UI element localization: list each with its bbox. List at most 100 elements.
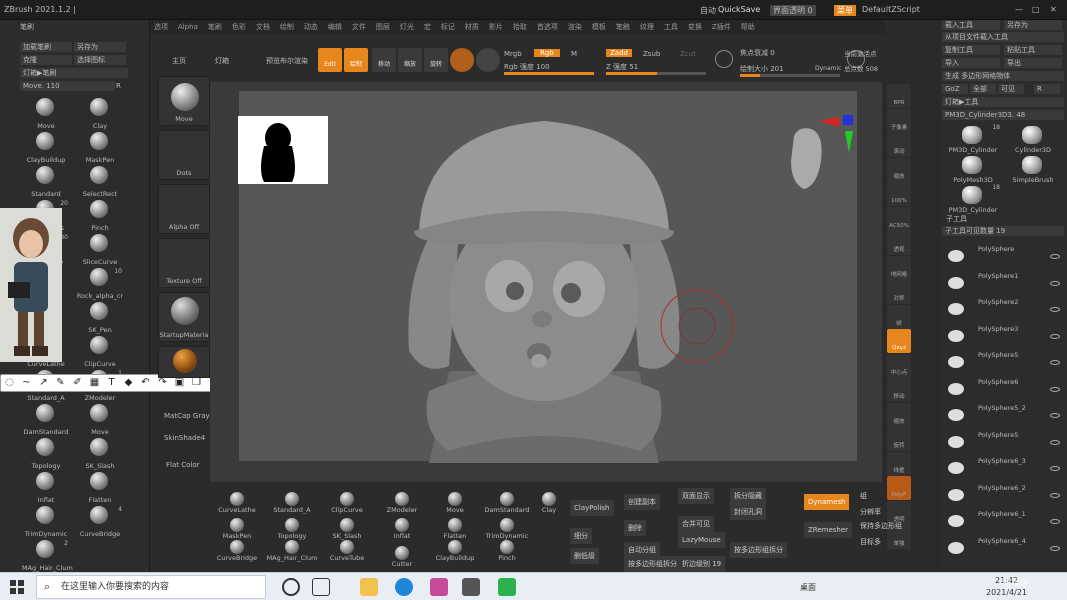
tool-slot[interactable]: Cylinder3D (1004, 124, 1062, 156)
view-control-button[interactable]: 100% (887, 182, 911, 206)
load-tool-button[interactable]: 载入工具 (942, 20, 1000, 30)
flat-color-label[interactable]: Flat Color (166, 461, 200, 469)
eye-icon[interactable] (1050, 545, 1060, 551)
menu-item[interactable]: 变换 (688, 22, 702, 32)
duplicate-button[interactable]: 创建副本 (624, 494, 660, 510)
undo-icon[interactable]: ↶ (137, 375, 154, 391)
zremesher-button[interactable]: ZRemesher (804, 522, 853, 538)
close-icon[interactable]: ✕ (1050, 5, 1057, 14)
eye-icon[interactable] (1050, 254, 1060, 259)
copy-tool-button[interactable]: 复制工具 (942, 45, 1000, 55)
subtool-item[interactable]: PolySphere6_2 (942, 481, 1064, 507)
split-hidden-button[interactable]: 拆分隐藏 (730, 488, 766, 504)
menu-item[interactable]: Alpha (178, 23, 198, 31)
matcap-gray-label[interactable]: MatCap Gray (164, 412, 210, 420)
subtool-item[interactable]: PolySphere6_1 (942, 507, 1064, 533)
bottom-brush-slot[interactable]: Flatten (428, 518, 482, 542)
sculpt-viewport[interactable] (239, 91, 859, 463)
subtool-item[interactable]: PolySphere6_4 (942, 534, 1064, 560)
menu-item[interactable]: 工具 (664, 22, 678, 32)
bottom-brush-slot[interactable]: MaskPen (210, 518, 264, 542)
view-control-button[interactable]: 中心点 (887, 353, 911, 378)
keep-groups-toggle[interactable]: 保持多边形组 (856, 518, 906, 534)
menu-item[interactable]: 选项 (154, 22, 168, 32)
claypolish-button[interactable]: ClayPolish (570, 500, 614, 516)
current-brush-slider[interactable]: Move. 110 (20, 81, 115, 91)
dynamesh-button[interactable]: Dynamesh (804, 494, 850, 510)
alpha-thumb[interactable]: Alpha Off (158, 184, 210, 234)
menu-item[interactable]: 动态 (304, 22, 318, 32)
material-thumb[interactable]: StartupMateria (158, 292, 210, 342)
tool-slot[interactable]: SimpleBrush (1004, 154, 1062, 186)
menu-item[interactable]: 标记 (441, 22, 455, 32)
menu-item[interactable]: 材质 (465, 22, 479, 32)
bottom-brush-slot[interactable]: CurveLathe (210, 492, 264, 516)
store-icon[interactable] (430, 578, 448, 596)
pen-icon[interactable]: ✎ (52, 375, 69, 391)
subtool-item[interactable]: PolySphere6_3 (942, 454, 1064, 480)
group-toggle[interactable]: 组 (856, 488, 871, 504)
subtool-item[interactable]: PolySphere5 (942, 428, 1064, 454)
home-tab[interactable]: 主页 (172, 56, 186, 66)
eye-icon[interactable] (1050, 439, 1060, 445)
text-icon[interactable]: T (103, 375, 120, 391)
view-control-button[interactable]: BPR (887, 84, 911, 108)
make-polymesh-button[interactable]: 生成 多边形网格物体 (942, 71, 1064, 81)
tool-saveas-button[interactable]: 另存为 (1004, 20, 1062, 30)
zcut-button[interactable]: Zcut (680, 50, 696, 58)
menu-item[interactable]: 渲染 (568, 22, 582, 32)
menu-button[interactable]: 菜单 (834, 5, 856, 16)
tool-r-button[interactable]: R (1034, 84, 1060, 94)
menu-item[interactable]: 影片 (489, 22, 503, 32)
brush-saveas-button[interactable]: 另存为 (74, 42, 126, 52)
menu-item[interactable]: 拾取 (513, 22, 527, 32)
subtool-item[interactable]: PolySphere3 (942, 322, 1064, 348)
view-control-button[interactable]: PolyF (887, 476, 911, 500)
bottom-brush-slot[interactable]: ClayBuildup (428, 540, 482, 564)
task-view-icon[interactable] (312, 578, 330, 596)
menu-item[interactable]: 文档 (256, 22, 270, 32)
menu-item[interactable]: 灯光 (400, 22, 414, 32)
menu-item[interactable]: 首选项 (537, 22, 558, 32)
draw-button[interactable]: 绘制 (344, 48, 368, 72)
menu-item[interactable]: 绘制 (280, 22, 294, 32)
delete-button[interactable]: 删除 (624, 520, 646, 536)
edit-button[interactable]: Edit (318, 48, 342, 72)
select-icon-button[interactable]: 选择图标 (74, 55, 126, 65)
eye-icon[interactable] (1050, 386, 1060, 392)
brush-r-button[interactable]: R (116, 82, 121, 90)
material-sphere-icon[interactable] (450, 48, 474, 72)
rgb-intensity-slider[interactable]: Rgb 强度 100 (504, 62, 550, 72)
paste-tool-button[interactable]: 粘贴工具 (1004, 45, 1062, 55)
poly-count-slider[interactable]: 折边级别 19 (678, 556, 726, 572)
bottom-brush-slot[interactable]: ClipCurve (320, 492, 374, 516)
z-intensity-track[interactable] (606, 72, 706, 75)
eye-icon[interactable] (1050, 280, 1060, 286)
zsub-button[interactable]: Zsub (643, 50, 660, 58)
menu-item[interactable]: Z插件 (712, 22, 731, 32)
goz-button[interactable]: GoZ (942, 84, 968, 94)
gradient-sphere-icon[interactable] (476, 48, 500, 72)
move-button[interactable]: 移动 (372, 48, 396, 72)
tool-slot[interactable]: PM3D_Cylinder 18 (944, 124, 1002, 156)
menu-item[interactable]: 笔刷 (208, 22, 222, 32)
draw-size-slider[interactable]: 绘制大小 201 (740, 64, 784, 74)
zadd-button[interactable]: Zadd (606, 49, 632, 57)
lasso-icon[interactable]: ◌ (1, 375, 18, 391)
texture-thumb[interactable]: Texture Off (158, 238, 210, 288)
bottom-brush-slot[interactable]: SK_Slash (320, 518, 374, 542)
subtool-item[interactable]: PolySphere (942, 242, 1064, 268)
m-button[interactable]: M (571, 50, 577, 58)
current-tool-slider[interactable]: PM3D_Cylinder3D3. 48 (942, 110, 1064, 120)
matcap-orange-thumb[interactable] (158, 346, 210, 378)
lightbox-tool-button[interactable]: 灯箱▶工具 (942, 97, 1064, 107)
transparency-slider[interactable]: 界面透明 0 (770, 5, 816, 16)
tool-slot[interactable]: PolyMesh3D (944, 154, 1002, 186)
draw-size-track[interactable] (740, 74, 840, 77)
mosaic-icon[interactable]: ▦ (86, 375, 103, 391)
rotate-button[interactable]: 旋转 (424, 48, 448, 72)
menu-item[interactable]: 模板 (592, 22, 606, 32)
focal-shift-slider[interactable]: 焦点衰减 0 (740, 48, 775, 58)
eye-icon[interactable] (1050, 519, 1060, 524)
desktop-label[interactable]: 桌面 (800, 582, 816, 593)
